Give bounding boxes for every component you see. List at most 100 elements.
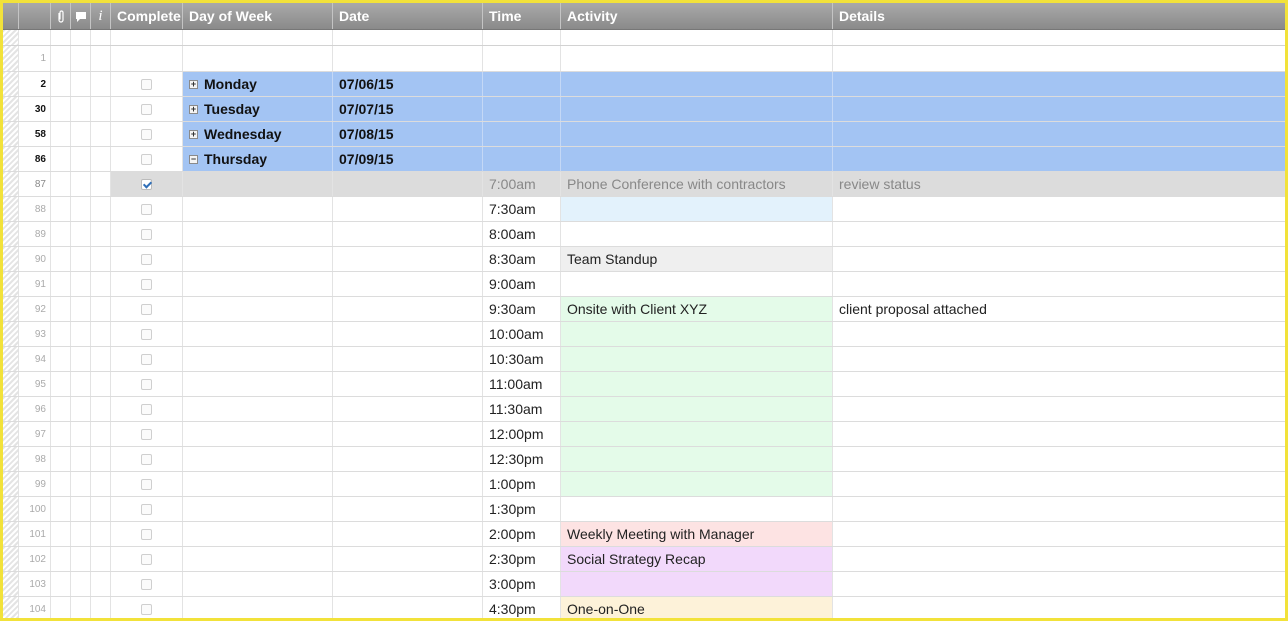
info-cell[interactable] bbox=[91, 222, 111, 246]
complete-checkbox[interactable] bbox=[141, 553, 152, 565]
date-cell[interactable] bbox=[333, 347, 483, 371]
complete-checkbox[interactable] bbox=[141, 428, 152, 440]
details-column-header[interactable]: Details bbox=[833, 3, 1285, 29]
day-cell[interactable]: − Thursday bbox=[183, 147, 333, 171]
time-cell[interactable]: 8:30am bbox=[483, 247, 561, 271]
date-cell[interactable] bbox=[333, 572, 483, 596]
complete-checkbox[interactable] bbox=[141, 478, 152, 490]
table-row[interactable]: 102 2:30pm Social Strategy Recap bbox=[3, 547, 1285, 572]
activity-cell[interactable]: Onsite with Client XYZ bbox=[561, 297, 833, 321]
activity-cell[interactable] bbox=[561, 322, 833, 346]
info-cell[interactable] bbox=[91, 297, 111, 321]
time-cell[interactable]: 11:30am bbox=[483, 397, 561, 421]
activity-cell[interactable] bbox=[561, 372, 833, 396]
complete-checkbox[interactable] bbox=[141, 278, 152, 290]
row-grip[interactable] bbox=[3, 397, 19, 421]
details-cell[interactable] bbox=[833, 447, 1285, 471]
row-grip[interactable] bbox=[3, 272, 19, 296]
complete-cell[interactable] bbox=[111, 497, 183, 521]
date-cell[interactable] bbox=[333, 522, 483, 546]
table-row[interactable]: 97 12:00pm bbox=[3, 422, 1285, 447]
attachment-cell[interactable] bbox=[51, 322, 71, 346]
time-cell[interactable]: 12:30pm bbox=[483, 447, 561, 471]
time-cell[interactable]: 10:30am bbox=[483, 347, 561, 371]
details-cell[interactable] bbox=[833, 122, 1285, 146]
complete-cell[interactable] bbox=[111, 522, 183, 546]
discussion-cell[interactable] bbox=[71, 147, 91, 171]
expand-icon[interactable]: + bbox=[189, 79, 198, 89]
attachment-cell[interactable] bbox=[51, 447, 71, 471]
info-cell[interactable] bbox=[91, 472, 111, 496]
complete-checkbox[interactable] bbox=[141, 78, 152, 90]
collapse-icon[interactable]: − bbox=[189, 154, 198, 164]
row-grip[interactable] bbox=[3, 522, 19, 546]
row-grip[interactable] bbox=[3, 247, 19, 271]
details-cell[interactable] bbox=[833, 247, 1285, 271]
attachment-cell[interactable] bbox=[51, 572, 71, 596]
row-grip[interactable] bbox=[3, 46, 19, 71]
discussion-cell[interactable] bbox=[71, 347, 91, 371]
details-cell[interactable] bbox=[833, 222, 1285, 246]
activity-cell[interactable]: Team Standup bbox=[561, 247, 833, 271]
date-cell[interactable] bbox=[333, 222, 483, 246]
time-cell[interactable] bbox=[483, 97, 561, 121]
date-cell[interactable] bbox=[333, 497, 483, 521]
complete-cell[interactable] bbox=[111, 72, 183, 96]
info-cell[interactable] bbox=[91, 397, 111, 421]
row-grip[interactable] bbox=[3, 372, 19, 396]
time-cell[interactable]: 2:00pm bbox=[483, 522, 561, 546]
day-cell[interactable]: + Tuesday bbox=[183, 97, 333, 121]
table-row[interactable]: 1 bbox=[3, 46, 1285, 72]
date-cell[interactable] bbox=[333, 272, 483, 296]
discussion-cell[interactable] bbox=[71, 272, 91, 296]
activity-cell[interactable] bbox=[561, 447, 833, 471]
complete-checkbox[interactable] bbox=[141, 528, 152, 540]
complete-checkbox[interactable] bbox=[141, 603, 152, 615]
complete-checkbox[interactable] bbox=[141, 178, 152, 190]
info-cell[interactable] bbox=[91, 497, 111, 521]
row-grip[interactable] bbox=[3, 472, 19, 496]
complete-cell[interactable] bbox=[111, 572, 183, 596]
row-grip[interactable] bbox=[3, 497, 19, 521]
attachment-cell[interactable] bbox=[51, 247, 71, 271]
details-cell[interactable]: client proposal attached bbox=[833, 297, 1285, 321]
complete-cell[interactable] bbox=[111, 197, 183, 221]
info-cell[interactable] bbox=[91, 597, 111, 618]
day-cell[interactable] bbox=[183, 372, 333, 396]
activity-cell[interactable] bbox=[561, 397, 833, 421]
row-grip[interactable] bbox=[3, 572, 19, 596]
attachment-cell[interactable] bbox=[51, 347, 71, 371]
details-cell[interactable] bbox=[833, 322, 1285, 346]
table-row[interactable]: 99 1:00pm bbox=[3, 472, 1285, 497]
details-cell[interactable] bbox=[833, 497, 1285, 521]
activity-cell[interactable]: Weekly Meeting with Manager bbox=[561, 522, 833, 546]
details-cell[interactable] bbox=[833, 572, 1285, 596]
complete-checkbox[interactable] bbox=[141, 503, 152, 515]
details-cell[interactable] bbox=[833, 72, 1285, 96]
time-cell[interactable] bbox=[483, 72, 561, 96]
details-cell[interactable] bbox=[833, 422, 1285, 446]
row-grip[interactable] bbox=[3, 597, 19, 618]
day-cell[interactable] bbox=[183, 247, 333, 271]
table-row[interactable]: 89 8:00am bbox=[3, 222, 1285, 247]
day-cell[interactable] bbox=[183, 272, 333, 296]
day-cell[interactable] bbox=[183, 322, 333, 346]
attachment-cell[interactable] bbox=[51, 547, 71, 571]
complete-cell[interactable] bbox=[111, 272, 183, 296]
day-cell[interactable] bbox=[183, 572, 333, 596]
details-cell[interactable] bbox=[833, 197, 1285, 221]
attachment-cell[interactable] bbox=[51, 72, 71, 96]
day-group-row[interactable]: 86− Thursday 07/09/15 bbox=[3, 147, 1285, 172]
info-cell[interactable] bbox=[91, 347, 111, 371]
discussion-cell[interactable] bbox=[71, 447, 91, 471]
row-grip[interactable] bbox=[3, 197, 19, 221]
date-cell[interactable] bbox=[333, 597, 483, 618]
complete-cell[interactable] bbox=[111, 372, 183, 396]
attachment-cell[interactable] bbox=[51, 197, 71, 221]
date-cell[interactable] bbox=[333, 447, 483, 471]
expand-icon[interactable]: + bbox=[189, 104, 198, 114]
date-cell[interactable] bbox=[333, 197, 483, 221]
activity-cell[interactable] bbox=[561, 422, 833, 446]
complete-cell[interactable] bbox=[111, 422, 183, 446]
activity-cell[interactable] bbox=[561, 97, 833, 121]
